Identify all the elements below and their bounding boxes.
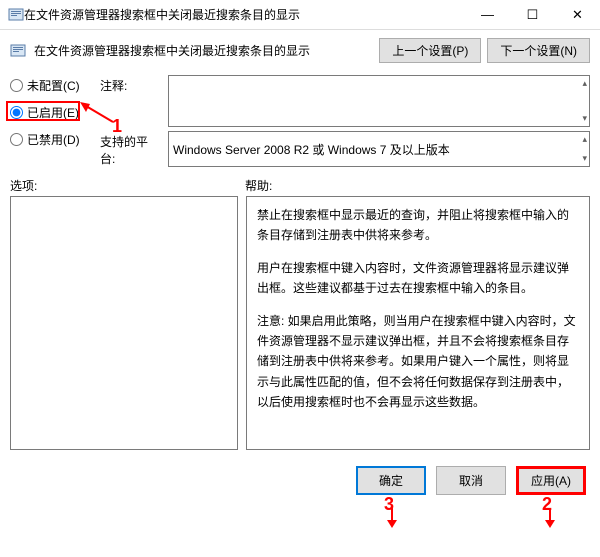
scroll-indicator: ▴▾: [582, 78, 587, 124]
radio-disabled-label: 已禁用(D): [27, 131, 80, 148]
options-panel[interactable]: [10, 196, 238, 450]
comment-textarea[interactable]: ▴▾: [168, 75, 590, 127]
section-labels: 选项: 帮助:: [0, 177, 600, 196]
next-setting-button[interactable]: 下一个设置(N): [487, 38, 590, 63]
options-label: 选项:: [10, 177, 245, 194]
radio-enabled-label: 已启用(E): [27, 104, 79, 121]
window-controls: — ☐ ✕: [465, 0, 600, 29]
help-panel[interactable]: 禁止在搜索框中显示最近的查询，并阻止将搜索框中输入的条目存储到注册表中供将来参考…: [246, 196, 590, 450]
radio-not-configured[interactable]: 未配置(C): [10, 77, 90, 94]
radio-disabled-input[interactable]: [10, 133, 23, 146]
policy-icon: [10, 43, 26, 59]
ok-button[interactable]: 确定: [356, 466, 426, 495]
policy-icon: [8, 7, 24, 23]
policy-title: 在文件资源管理器搜索框中关闭最近搜索条目的显示: [34, 42, 371, 59]
help-paragraph-2: 用户在搜索框中键入内容时，文件资源管理器将显示建议弹出框。这些建议都基于过去在搜…: [257, 258, 579, 299]
radio-disabled[interactable]: 已禁用(D): [10, 131, 90, 148]
supported-label: 支持的平台:: [100, 131, 160, 167]
help-paragraph-3: 注意: 如果启用此策略，则当用户在搜索框中键入内容时，文件资源管理器不显示建议弹…: [257, 311, 579, 413]
radio-not-configured-input[interactable]: [10, 79, 23, 92]
close-button[interactable]: ✕: [555, 0, 600, 29]
annotation-arrow-3: [382, 506, 402, 528]
prev-setting-button[interactable]: 上一个设置(P): [379, 38, 481, 63]
apply-button[interactable]: 应用(A): [516, 466, 586, 495]
window-title: 在文件资源管理器搜索框中关闭最近搜索条目的显示: [24, 6, 465, 23]
scroll-indicator: ▴▾: [582, 134, 587, 164]
radio-enabled[interactable]: 已启用(E): [10, 104, 90, 121]
supported-value: Windows Server 2008 R2 或 Windows 7 及以上版本: [173, 141, 450, 158]
config-area: 未配置(C) 已启用(E) 已禁用(D) 注释: ▴▾ 支持的平台: Windo…: [0, 71, 600, 177]
maximize-button[interactable]: ☐: [510, 0, 555, 29]
radio-not-configured-label: 未配置(C): [27, 77, 80, 94]
cancel-button[interactable]: 取消: [436, 466, 506, 495]
panels: 禁止在搜索框中显示最近的查询，并阻止将搜索框中输入的条目存储到注册表中供将来参考…: [0, 196, 600, 458]
supported-textbox: Windows Server 2008 R2 或 Windows 7 及以上版本…: [168, 131, 590, 167]
comment-label: 注释:: [100, 75, 160, 127]
titlebar: 在文件资源管理器搜索框中关闭最近搜索条目的显示 — ☐ ✕: [0, 0, 600, 30]
minimize-button[interactable]: —: [465, 0, 510, 29]
help-paragraph-1: 禁止在搜索框中显示最近的查询，并阻止将搜索框中输入的条目存储到注册表中供将来参考…: [257, 205, 579, 246]
radio-group: 未配置(C) 已启用(E) 已禁用(D): [10, 75, 90, 167]
radio-enabled-input[interactable]: [10, 106, 23, 119]
subheader: 在文件资源管理器搜索框中关闭最近搜索条目的显示 上一个设置(P) 下一个设置(N…: [0, 30, 600, 71]
footer: 确定 取消 应用(A): [0, 458, 600, 505]
help-label: 帮助:: [245, 177, 272, 194]
annotation-arrow-2: [540, 506, 560, 528]
